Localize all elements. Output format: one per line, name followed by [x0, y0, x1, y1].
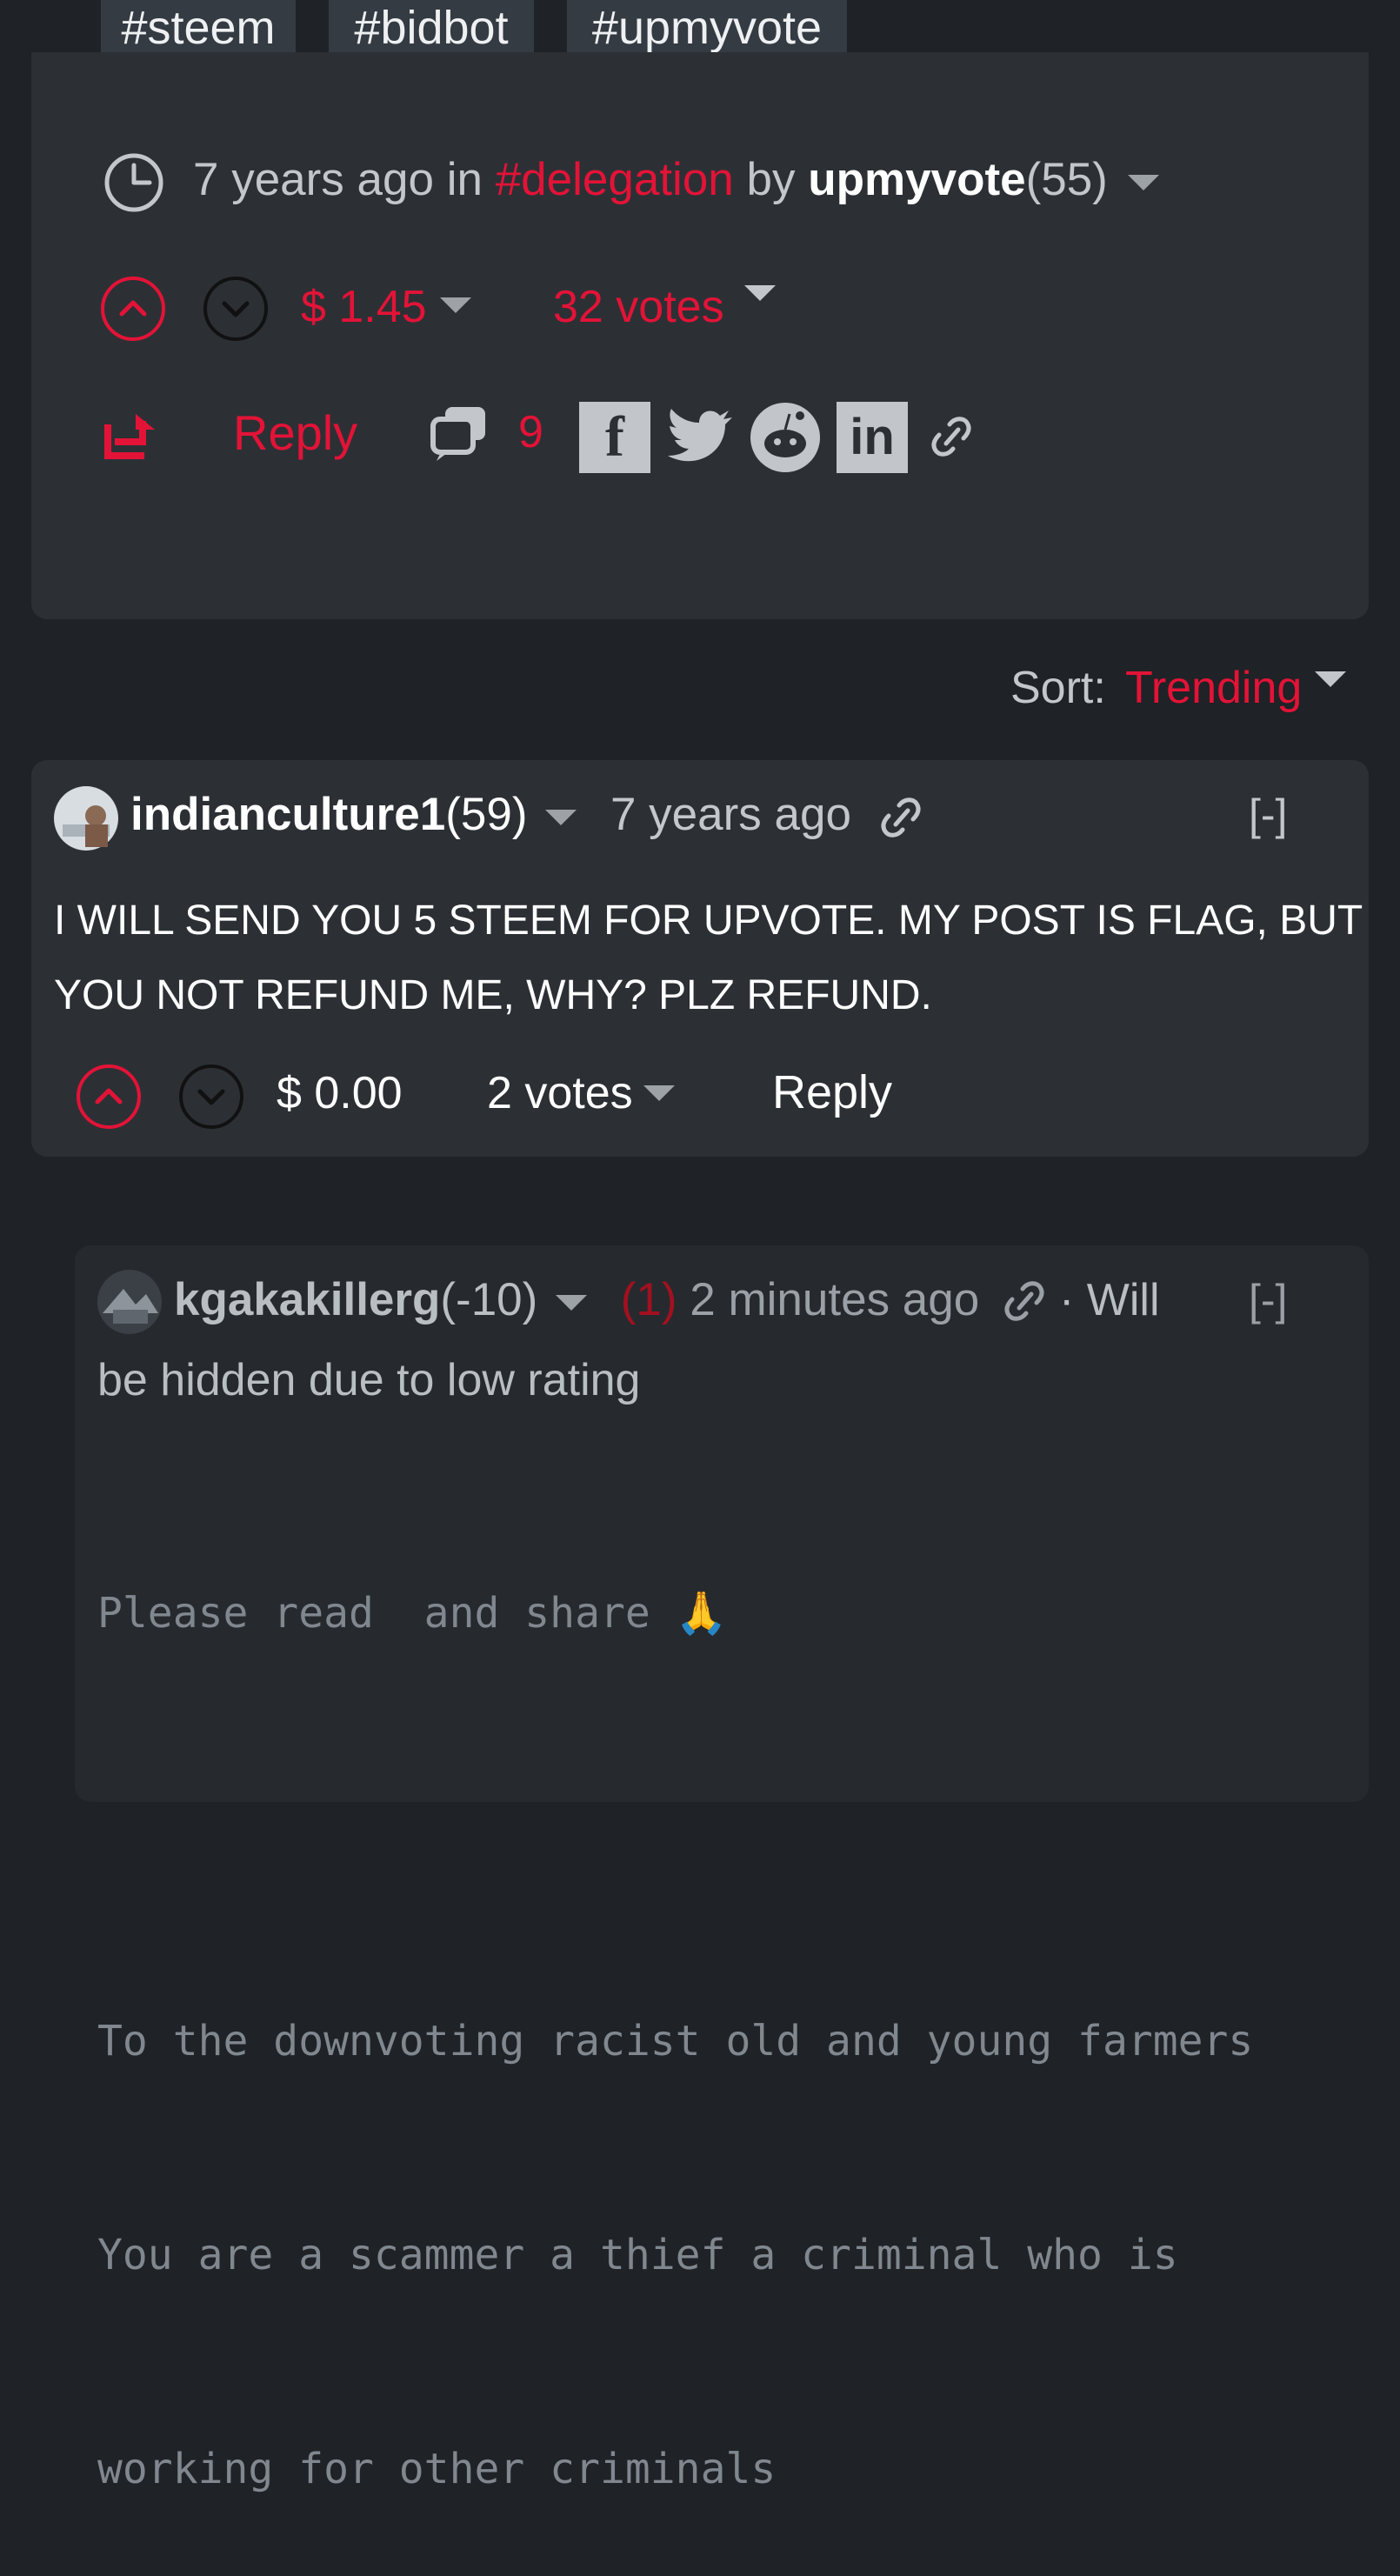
comment-votes-caret[interactable] [643, 1085, 675, 1101]
comment-author-caret[interactable] [545, 810, 577, 825]
post-upvote-button[interactable] [101, 277, 165, 341]
post-meta-line: 7 years ago in #delegation by upmyvote(5… [193, 150, 1159, 210]
comment-meta-line: indianculture1(59) 7 years ago [130, 784, 851, 845]
comment-votes[interactable]: 2 votes [487, 1063, 633, 1124]
comment-author-link[interactable]: indianculture1 [130, 789, 445, 840]
hidden-note: · Will [1059, 1275, 1160, 1325]
comment-upvote-button[interactable] [77, 1064, 141, 1129]
post-in-word: in [446, 154, 483, 205]
downvote-icon [197, 1089, 225, 1105]
post-payout[interactable]: $ 1.45 [301, 277, 427, 337]
avatar[interactable] [54, 786, 118, 855]
comment-body: I WILL SEND YOU 5 STEEM FOR UPVOTE. MY P… [54, 884, 1363, 1033]
comment-body-line: YOU NOT REFUND ME, WHY? PLZ REFUND. [54, 972, 932, 1018]
link-icon[interactable] [1002, 1277, 1047, 1330]
flag-count: (1) [620, 1274, 677, 1325]
comment-payout[interactable]: $ 0.00 [277, 1063, 403, 1124]
upvote-icon [95, 1088, 123, 1104]
comment-downvote-button[interactable] [179, 1064, 243, 1129]
collapse-toggle[interactable]: [-] [1249, 1270, 1287, 1331]
comment-body-line: You are a scammer a thief a criminal who… [97, 2231, 1178, 2279]
upvote-icon [119, 300, 147, 317]
nested-comment-meta-line: kgakakillerg(-10) (1) 2 minutes ago [174, 1270, 979, 1331]
reddit-icon[interactable] [750, 402, 821, 477]
clock-icon [103, 151, 165, 218]
comment-reply-button[interactable]: Reply [772, 1061, 892, 1124]
post-votes[interactable]: 32 votes [553, 277, 724, 337]
comments-icon[interactable] [430, 402, 490, 467]
downvote-icon [222, 301, 250, 317]
payout-caret[interactable] [440, 297, 471, 313]
sort-label: Sort: [1010, 663, 1106, 713]
post-reply-button[interactable]: Reply [233, 400, 357, 466]
nested-comment-author-reputation: (-10) [440, 1274, 538, 1325]
hidden-note: be hidden due to low rating [97, 1355, 641, 1405]
comment-time[interactable]: 7 years ago [610, 789, 851, 840]
comment-body-line: working for other criminals [97, 2445, 777, 2493]
sort-dropdown[interactable]: Trending [1125, 657, 1302, 718]
nested-comment-time[interactable]: 2 minutes ago [690, 1274, 979, 1325]
post-time: 7 years ago [193, 154, 434, 205]
comment-body-line: I WILL SEND YOU 5 STEEM FOR UPVOTE. MY P… [54, 898, 1363, 944]
resteem-icon[interactable] [103, 409, 160, 465]
post-category-link[interactable]: #delegation [496, 154, 734, 205]
post-by-word: by [746, 154, 796, 205]
nested-comment-body: Please read and share 🙏 To the downvotin… [97, 1435, 1253, 2576]
nested-comment-author-link[interactable]: kgakakillerg [174, 1274, 440, 1325]
post-comment-count[interactable]: 9 [518, 402, 543, 463]
twitter-icon[interactable] [664, 402, 736, 477]
link-icon[interactable] [878, 793, 923, 846]
votes-caret[interactable] [744, 285, 776, 301]
sort-caret[interactable] [1315, 671, 1346, 687]
avatar[interactable] [97, 1270, 162, 1338]
collapse-toggle[interactable]: [-] [1249, 784, 1287, 845]
post-author-link[interactable]: upmyvote [808, 154, 1025, 205]
link-icon[interactable] [929, 412, 974, 465]
linkedin-icon[interactable]: in [837, 402, 908, 473]
nested-comment-author-caret[interactable] [556, 1295, 588, 1311]
comment-author-reputation: (59) [445, 789, 528, 840]
post-downvote-button[interactable] [203, 277, 268, 341]
comment-body-line: Please read and share 🙏 [97, 1589, 728, 1638]
post-author-reputation: (55) [1025, 154, 1108, 205]
facebook-icon[interactable]: f [579, 402, 650, 473]
comment-body-line: To the downvoting racist old and young f… [97, 2017, 1254, 2065]
author-menu-caret[interactable] [1127, 175, 1159, 190]
